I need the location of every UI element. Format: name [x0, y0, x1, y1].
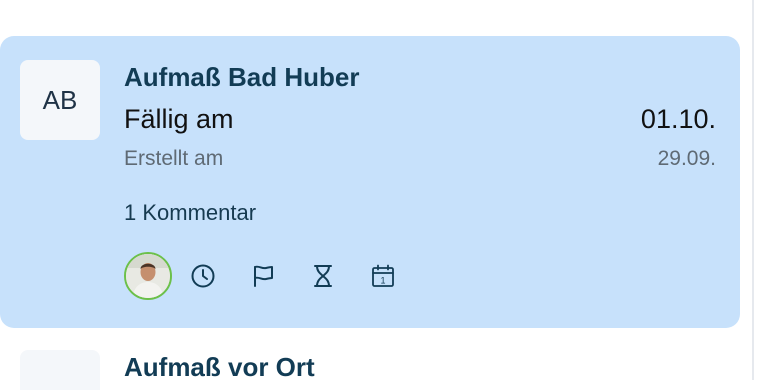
clock-icon[interactable]: [186, 259, 220, 293]
created-date: 29.09.: [657, 147, 716, 170]
initials-text: AB: [42, 84, 78, 115]
flag-icon[interactable]: [246, 259, 280, 293]
calendar-icon[interactable]: 1: [366, 259, 400, 293]
created-label: Erstellt am: [124, 147, 224, 170]
created-row: Erstellt am 29.09.: [124, 147, 716, 171]
due-date: 01.10.: [640, 104, 716, 134]
hourglass-icon[interactable]: [306, 259, 340, 293]
next-initials-avatar: [20, 350, 100, 390]
due-label: Fällig am: [124, 104, 234, 134]
due-row: Fällig am 01.10.: [124, 104, 716, 135]
scrollbar-divider: [752, 0, 754, 380]
task-title[interactable]: Aufmaß Bad Huber: [124, 62, 359, 93]
next-task-title[interactable]: Aufmaß vor Ort: [124, 352, 315, 383]
calendar-day-text: 1: [380, 276, 385, 286]
comments-link[interactable]: 1 Kommentar: [124, 200, 256, 226]
initials-avatar: AB: [20, 60, 100, 140]
task-actions: 1: [124, 252, 400, 300]
assignee-avatar[interactable]: [124, 252, 172, 300]
